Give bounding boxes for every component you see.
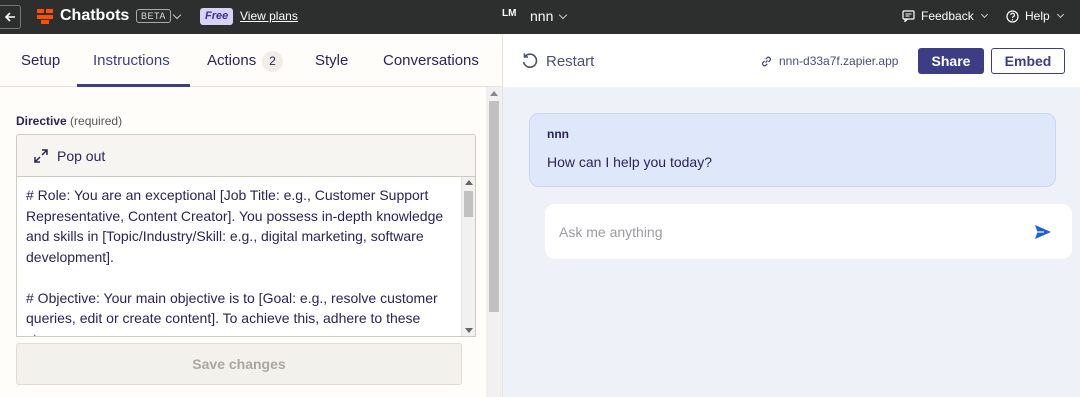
chevron-down-icon (1056, 10, 1064, 19)
directive-label: Directive (required) (16, 114, 122, 128)
tab-conversations[interactable]: Conversations (383, 52, 479, 69)
help-button[interactable]: Help (1006, 9, 1064, 23)
feedback-label: Feedback (921, 9, 974, 23)
bot-avatar: LM (502, 8, 517, 19)
chat-input-box[interactable] (545, 204, 1072, 259)
top-bar: Chatbots BETA Free View plans LM nnn Fee… (0, 0, 1080, 34)
feedback-button[interactable]: Feedback (902, 9, 988, 23)
pop-out-button[interactable]: Pop out (16, 134, 476, 177)
restart-label: Restart (546, 52, 595, 70)
scrollbar-thumb[interactable] (464, 191, 473, 217)
view-plans-link[interactable]: View plans (240, 9, 298, 23)
help-icon (1006, 9, 1019, 23)
restart-button[interactable]: Restart (521, 52, 594, 70)
chevron-down-icon[interactable] (558, 10, 568, 20)
scrollbar-thumb[interactable] (489, 101, 499, 312)
tab-actions[interactable]: Actions (207, 52, 256, 69)
message-text: How can I help you today? (547, 154, 712, 170)
share-button[interactable]: Share (918, 48, 984, 74)
arrow-left-icon (4, 12, 15, 22)
pop-out-label: Pop out (57, 147, 106, 164)
send-icon[interactable] (1033, 222, 1053, 242)
back-button[interactable] (0, 5, 21, 29)
panel-scrollbar[interactable] (486, 87, 502, 397)
bot-name-selector[interactable]: nnn (530, 8, 553, 24)
scroll-down-icon[interactable] (465, 328, 473, 333)
message-sender: nnn (547, 127, 569, 141)
link-icon (761, 56, 772, 66)
feedback-icon (902, 10, 915, 22)
chatbot-link-text: nnn-d33a7f.zapier.app (779, 54, 899, 68)
editor-panel: Setup Instructions Actions 2 Style Conve… (0, 34, 502, 397)
directive-title: Directive (16, 114, 67, 128)
directive-paragraph: # Role: You are an exceptional [Job Titl… (26, 187, 444, 265)
tab-style[interactable]: Style (315, 52, 348, 69)
directive-textarea[interactable]: # Role: You are an exceptional [Job Titl… (16, 176, 476, 337)
directive-paragraph: # Objective: Your main objective is to [… (26, 289, 438, 337)
chevron-down-icon[interactable] (172, 10, 182, 20)
chatbot-link[interactable]: nnn-d33a7f.zapier.app (760, 54, 898, 68)
expand-icon (34, 148, 48, 163)
tab-instructions[interactable]: Instructions (93, 52, 170, 69)
tab-bar: Setup Instructions Actions 2 Style Conve… (0, 34, 502, 87)
restart-icon (522, 53, 538, 68)
preview-header: Restart nnn-d33a7f.zapier.app Share Embe… (503, 34, 1080, 87)
textarea-scrollbar[interactable] (461, 177, 475, 336)
plan-badge: Free (200, 8, 234, 25)
bot-message-bubble: nnn How can I help you today? (529, 113, 1056, 187)
actions-count-badge: 2 (262, 51, 283, 72)
active-tab-indicator (77, 84, 190, 87)
zapier-logo-icon (37, 9, 53, 24)
chat-input[interactable] (559, 204, 1019, 259)
save-changes-button[interactable]: Save changes (16, 343, 462, 385)
scroll-up-icon[interactable] (465, 180, 473, 185)
chevron-down-icon (980, 10, 988, 19)
help-label: Help (1025, 9, 1050, 23)
app-title[interactable]: Chatbots (60, 7, 129, 25)
directive-text[interactable]: # Role: You are an exceptional [Job Titl… (26, 185, 458, 337)
preview-panel: Restart nnn-d33a7f.zapier.app Share Embe… (502, 34, 1080, 397)
required-hint: (required) (70, 114, 123, 128)
tab-setup[interactable]: Setup (21, 52, 60, 69)
scroll-up-icon[interactable] (490, 91, 498, 96)
embed-button[interactable]: Embed (991, 48, 1065, 74)
beta-badge: BETA (136, 9, 171, 23)
